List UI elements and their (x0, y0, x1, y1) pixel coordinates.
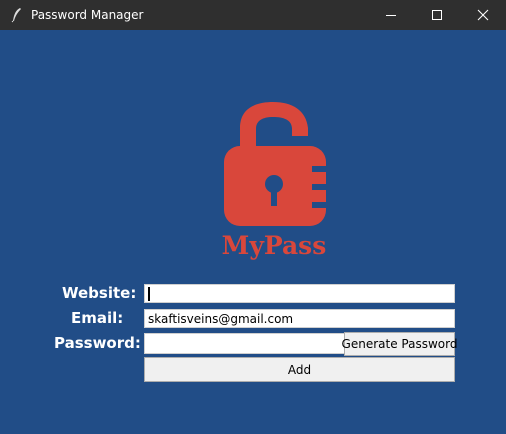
add-button[interactable]: Add (144, 357, 455, 382)
title-bar[interactable]: Password Manager (0, 0, 506, 30)
minimize-icon (386, 15, 396, 16)
logo-text: MyPass (222, 231, 327, 260)
maximize-button[interactable] (414, 0, 460, 30)
feather-icon (11, 8, 21, 23)
close-button[interactable] (460, 0, 506, 30)
generate-password-button[interactable]: Generate Password (342, 332, 457, 356)
password-label: Password: (54, 334, 141, 352)
maximize-icon (432, 10, 442, 20)
website-input[interactable] (144, 284, 455, 303)
mypass-logo: MyPass (222, 102, 334, 260)
minimize-button[interactable] (368, 0, 414, 30)
window-title: Password Manager (31, 8, 144, 22)
email-input[interactable]: skaftisveins@gmail.com (144, 309, 455, 328)
email-value: skaftisveins@gmail.com (148, 312, 294, 326)
website-label: Website: (62, 284, 137, 302)
password-input[interactable] (144, 333, 345, 354)
email-label: Email: (71, 309, 124, 327)
app-window: Password Manager MyPass Website: Email: … (0, 0, 506, 434)
padlock-icon (224, 102, 334, 226)
text-cursor (148, 287, 150, 301)
close-icon (477, 9, 489, 21)
